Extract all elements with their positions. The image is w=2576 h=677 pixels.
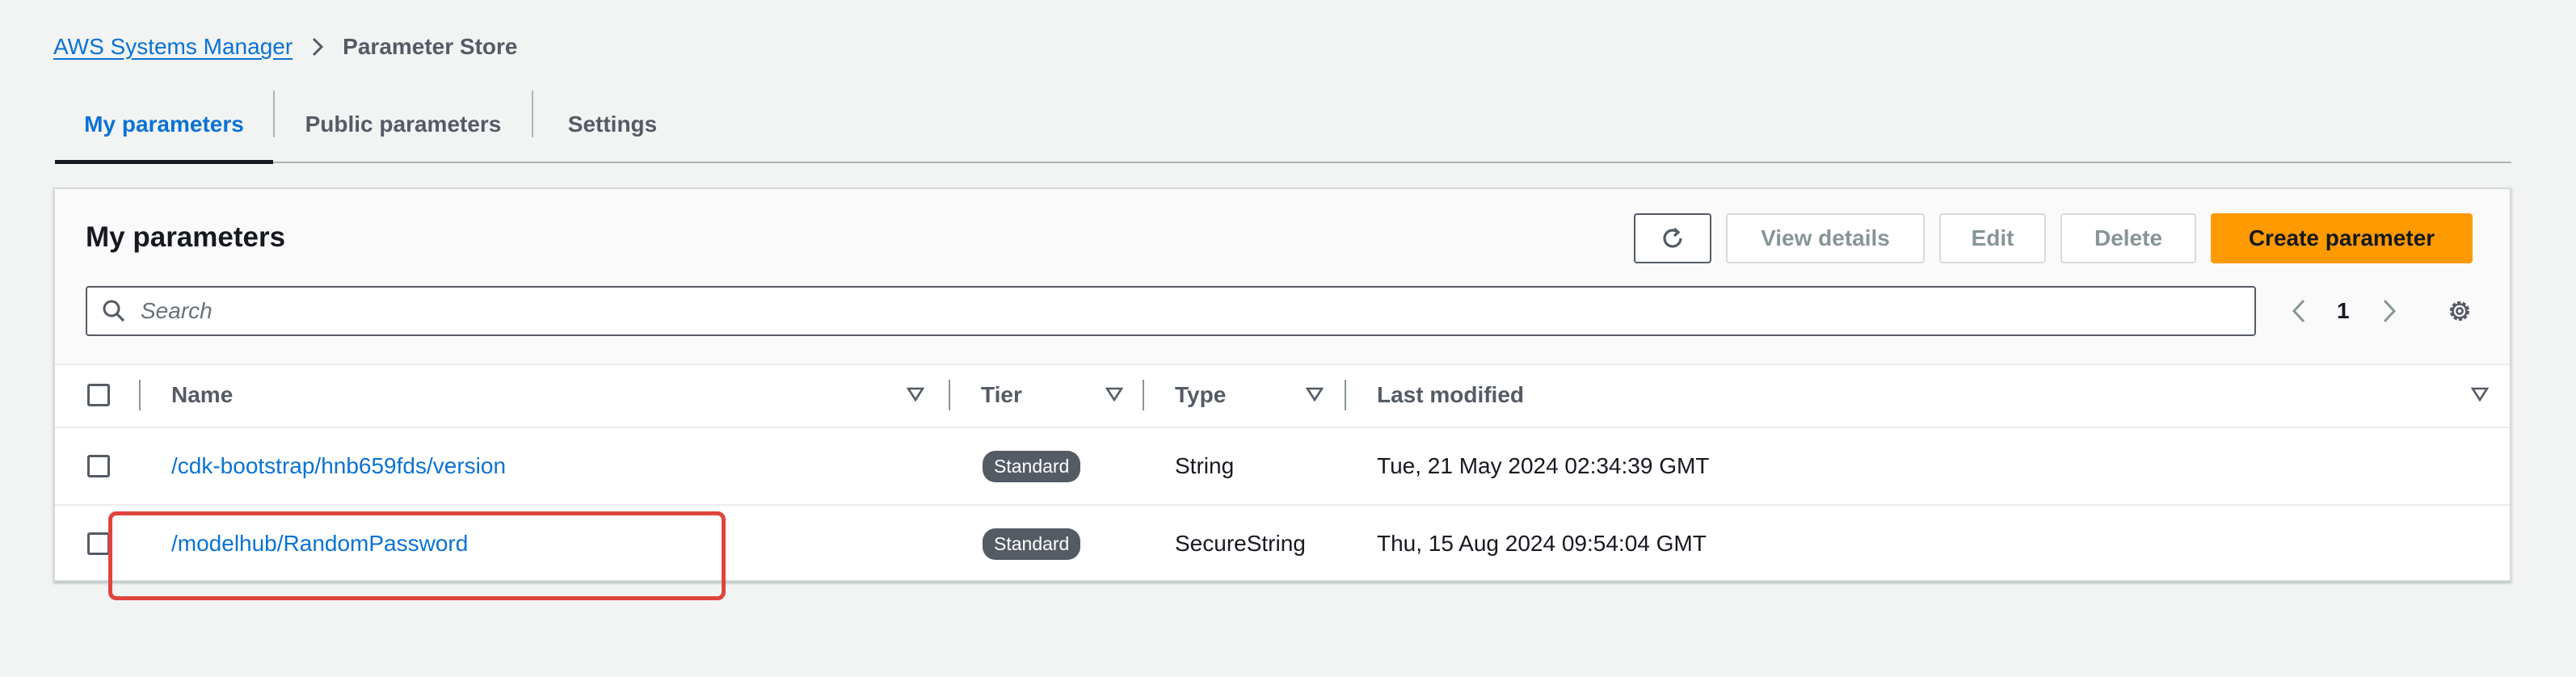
- type-cell: SecureString: [1175, 531, 1306, 556]
- gear-icon[interactable]: [2445, 286, 2474, 336]
- tier-badge: Standard: [983, 528, 1081, 560]
- view-details-button[interactable]: View details: [1726, 213, 1925, 263]
- search-icon: [102, 299, 126, 323]
- last-modified-cell: Thu, 15 Aug 2024 09:54:04 GMT: [1377, 531, 1707, 556]
- tab-bar: My parameters Public parameters Settings: [55, 87, 2511, 164]
- refresh-icon: [1658, 224, 1687, 253]
- tab-settings[interactable]: Settings: [533, 87, 692, 162]
- parameters-table: Name Tier Type Last modified /cdk-bootst…: [55, 364, 2510, 582]
- chevron-right-icon: [310, 36, 325, 57]
- breadcrumb: AWS Systems Manager Parameter Store: [53, 32, 518, 61]
- column-header-name[interactable]: Name: [171, 364, 233, 427]
- tier-badge: Standard: [983, 450, 1081, 482]
- panel-header: My parameters View details Edit Delete C…: [55, 189, 2510, 365]
- column-divider: [139, 380, 141, 410]
- table-row[interactable]: /cdk-bootstrap/hnb659fds/version Standar…: [55, 428, 2510, 506]
- tab-my-parameters[interactable]: My parameters: [55, 87, 273, 164]
- row-checkbox[interactable]: [87, 532, 110, 555]
- edit-button[interactable]: Edit: [1939, 213, 2046, 263]
- type-cell: String: [1175, 453, 1235, 478]
- tab-public-parameters[interactable]: Public parameters: [275, 87, 532, 162]
- page-number[interactable]: 1: [2337, 286, 2350, 336]
- sort-down-icon[interactable]: [2470, 386, 2490, 406]
- sort-down-icon[interactable]: [1105, 386, 1124, 406]
- column-header-tier[interactable]: Tier: [981, 364, 1022, 427]
- search-input[interactable]: [139, 297, 2162, 325]
- refresh-button[interactable]: [1634, 213, 1711, 263]
- parameters-panel: My parameters View details Edit Delete C…: [53, 187, 2511, 582]
- sort-down-icon[interactable]: [906, 386, 925, 406]
- table-header: Name Tier Type Last modified: [55, 364, 2510, 428]
- table-row[interactable]: /modelhub/RandomPassword Standard Secure…: [55, 506, 2510, 582]
- column-header-last-modified[interactable]: Last modified: [1377, 364, 1524, 427]
- breadcrumb-current: Parameter Store: [343, 34, 518, 59]
- parameter-name-link[interactable]: /modelhub/RandomPassword: [171, 531, 468, 557]
- row-checkbox[interactable]: [87, 455, 110, 477]
- chevron-right-icon[interactable]: [2380, 286, 2398, 336]
- search-box: [86, 286, 2256, 336]
- column-divider: [1345, 380, 1346, 410]
- select-all-checkbox[interactable]: [87, 384, 110, 406]
- column-header-type[interactable]: Type: [1175, 364, 1226, 427]
- sort-down-icon[interactable]: [1305, 386, 1324, 406]
- delete-button[interactable]: Delete: [2060, 213, 2196, 263]
- parameter-name-link[interactable]: /cdk-bootstrap/hnb659fds/version: [171, 453, 506, 479]
- column-divider: [949, 380, 950, 410]
- create-parameter-button[interactable]: Create parameter: [2211, 213, 2473, 263]
- panel-title: My parameters: [86, 221, 286, 253]
- chevron-left-icon[interactable]: [2290, 286, 2308, 336]
- column-divider: [1143, 380, 1144, 410]
- breadcrumb-link-systems-manager[interactable]: AWS Systems Manager: [53, 34, 293, 60]
- last-modified-cell: Tue, 21 May 2024 02:34:39 GMT: [1377, 453, 1710, 478]
